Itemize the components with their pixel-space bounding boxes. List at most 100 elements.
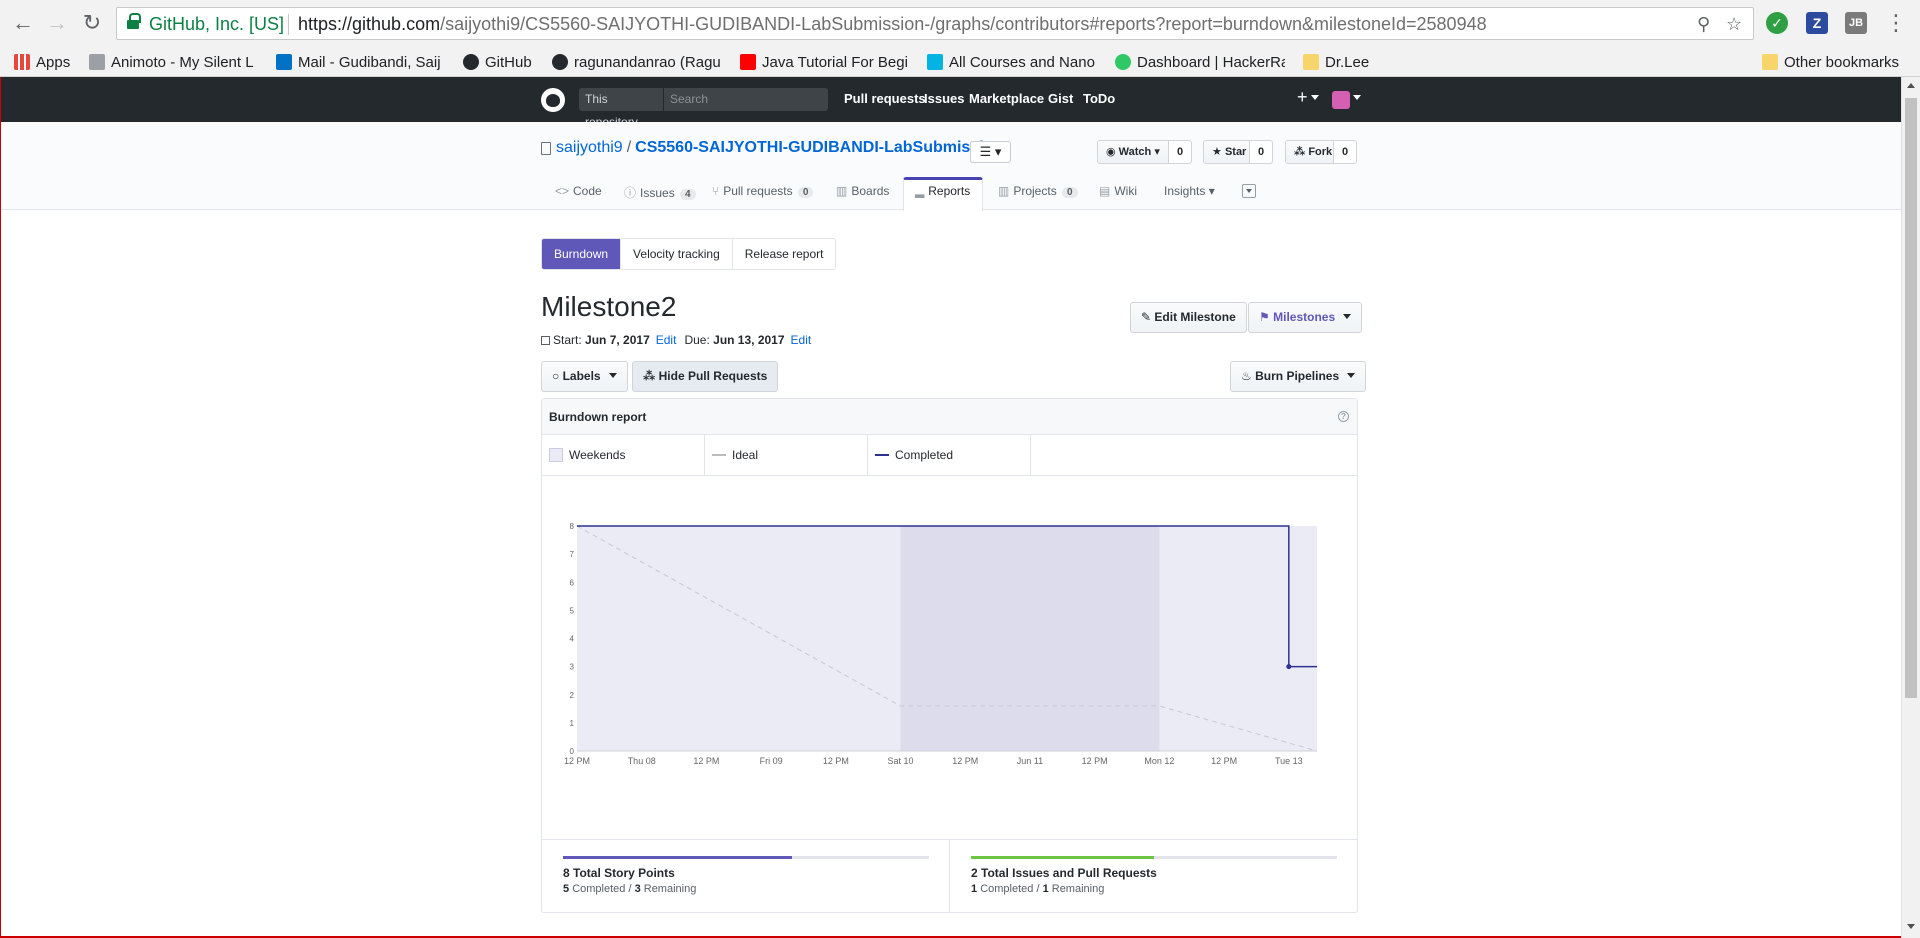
plus-icon[interactable]: + [1297, 87, 1308, 108]
edit-milestone-button[interactable]: ✎ Edit Milestone [1130, 302, 1247, 333]
edit-start-link[interactable]: Edit [656, 333, 677, 347]
issues-progress-fill [971, 856, 1154, 859]
repo-icon [541, 142, 551, 155]
tab-wiki[interactable]: ▤ Wiki [1099, 184, 1137, 210]
x-tick-label: Mon 12 [1144, 756, 1174, 766]
milestone-dates: Start: Jun 7, 2017 Edit Due: Jun 13, 2017 E… [541, 333, 819, 347]
scroll-up-icon[interactable] [1907, 83, 1915, 88]
hackerrank-icon [1115, 54, 1131, 70]
repo-name-link[interactable]: CS5560-SAIJYOTHI-GUDIBANDI-LabSubmission… [635, 139, 1008, 156]
legend-completed[interactable]: Completed [868, 435, 1031, 475]
star-count[interactable]: 0 [1250, 140, 1274, 164]
fork-count[interactable]: 0 [1334, 140, 1358, 164]
bookmark-apps[interactable]: Apps [14, 49, 78, 75]
y-tick-label: 0 [570, 747, 575, 756]
github-header: This repository Search Pull requests Iss… [0, 77, 1920, 129]
jetbrains-extension-icon[interactable]: JB [1845, 12, 1867, 34]
more-tabs-button[interactable] [1242, 184, 1256, 198]
pull-requests-count: 0 [797, 187, 814, 198]
watch-button[interactable]: ◉ Watch ▾ [1097, 140, 1169, 164]
search-input[interactable]: Search [663, 88, 828, 111]
star-button[interactable]: ★ Star [1203, 140, 1250, 164]
page-scrollbar[interactable] [1901, 77, 1920, 938]
y-tick-label: 2 [570, 691, 575, 700]
tab-pull-requests[interactable]: ⑂ Pull requests 0 [712, 184, 814, 210]
search-scope[interactable]: This repository [579, 88, 663, 129]
address-bar[interactable]: GitHub, Inc. [US] https://github.com/sai… [116, 7, 1754, 40]
tab-code[interactable]: <> Code [555, 184, 602, 210]
bookmark-ragunandanrao[interactable]: ragunandanrao (Ragu [552, 49, 722, 75]
watch-count[interactable]: 0 [1169, 140, 1193, 164]
bookmark-mail[interactable]: Mail - Gudibandi, Saij [276, 49, 446, 75]
tab-projects[interactable]: ▥ Projects 0 [998, 184, 1078, 210]
repo-owner-link[interactable]: saijyothi9 [556, 139, 623, 156]
subnav-release-report[interactable]: Release report [733, 239, 836, 269]
forward-arrow-icon[interactable]: → [42, 8, 72, 38]
list-menu-button[interactable]: ☰ ▾ [970, 141, 1011, 163]
tab-insights[interactable]: Insights ▾ [1164, 184, 1215, 210]
avatar[interactable] [1332, 91, 1350, 109]
reload-icon[interactable]: ↻ [77, 8, 107, 38]
zoom-search-icon[interactable]: ⚲ [1697, 14, 1710, 35]
zotero-extension-icon[interactable]: Z [1806, 12, 1828, 34]
scroll-thumb[interactable] [1905, 98, 1917, 698]
total-story-points: 8 Total Story Points [563, 866, 675, 880]
y-tick-label: 3 [570, 663, 575, 672]
bookmark-folder-drlee[interactable]: Dr.Lee [1303, 49, 1383, 75]
checkmark-extension-icon[interactable]: ✓ [1766, 12, 1788, 34]
x-tick-label: Tue 13 [1275, 756, 1303, 766]
subnav-burndown[interactable]: Burndown [542, 239, 622, 269]
site-identity[interactable]: GitHub, Inc. [US] [149, 14, 284, 35]
chevron-down-icon [1347, 373, 1356, 378]
burndown-report-panel: Burndown report ? Weekends Ideal Complet… [541, 398, 1358, 913]
hide-pull-requests-button[interactable]: ⁂ Hide Pull Requests [632, 361, 779, 392]
burn-pipelines-dropdown[interactable]: ♨ Burn Pipelines [1230, 361, 1367, 392]
report-title: Burndown report [549, 410, 647, 424]
edit-due-link[interactable]: Edit [791, 333, 812, 347]
chevron-down-icon[interactable] [1311, 95, 1319, 100]
projects-count: 0 [1062, 187, 1078, 198]
issues-breakdown: 1 Completed / 1 Remaining [971, 883, 1105, 895]
tab-reports[interactable]: ▂ Reports [915, 184, 970, 210]
nav-todo[interactable]: ToDo [1083, 91, 1115, 106]
issues-stat: 2 Total Issues and Pull Requests 1 Compl… [950, 840, 1357, 913]
folder-icon [1303, 54, 1319, 70]
labels-dropdown[interactable]: ○ Labels [541, 361, 628, 392]
bookmark-animoto[interactable]: Animoto - My Silent L [89, 49, 259, 75]
back-arrow-icon[interactable]: ← [8, 8, 38, 38]
start-date: Jun 7, 2017 [585, 333, 650, 347]
help-icon[interactable]: ? [1338, 411, 1349, 422]
completed-point [1286, 664, 1292, 670]
nav-marketplace[interactable]: Marketplace [969, 91, 1044, 106]
url-text[interactable]: https://github.com/saijyothi9/CS5560-SAI… [298, 14, 1487, 35]
nav-pull-requests[interactable]: Pull requests [844, 91, 926, 106]
subnav-velocity-tracking[interactable]: Velocity tracking [621, 239, 733, 269]
bookmark-java-tutorial[interactable]: Java Tutorial For Begi [740, 49, 910, 75]
bookmark-hackerrank[interactable]: Dashboard | HackerRa [1115, 49, 1285, 75]
bookmark-udacity[interactable]: All Courses and Nano [927, 49, 1097, 75]
chevron-down-icon[interactable] [1353, 95, 1361, 100]
other-bookmarks[interactable]: Other bookmarks [1762, 49, 1912, 75]
milestones-dropdown[interactable]: ⚑ Milestones [1248, 302, 1363, 333]
due-date: Jun 13, 2017 [713, 333, 785, 347]
nav-issues[interactable]: Issues [924, 91, 964, 106]
tab-issues[interactable]: ⓘ Issues 4 [624, 184, 696, 210]
report-stats: 8 Total Story Points 5 Completed / 3 Rem… [542, 839, 1357, 913]
graph-icon: ▂ [915, 184, 925, 198]
x-tick-label: 12 PM [823, 756, 849, 766]
y-tick-label: 7 [570, 550, 575, 559]
browser-menu-icon[interactable]: ⋮ [1881, 8, 1911, 38]
legend-ideal[interactable]: Ideal [705, 435, 868, 475]
bookmark-github[interactable]: GitHub [463, 49, 543, 75]
ideal-swatch [712, 454, 726, 456]
legend-weekends[interactable]: Weekends [542, 435, 705, 475]
fork-button[interactable]: ⁂ Fork [1285, 140, 1334, 164]
tab-boards[interactable]: ▥ Boards [836, 184, 889, 210]
scroll-down-icon[interactable] [1907, 924, 1915, 929]
y-tick-label: 6 [570, 578, 575, 587]
github-logo-icon[interactable] [541, 88, 565, 112]
star-icon: ★ [1212, 146, 1222, 158]
completed-swatch [875, 454, 889, 456]
nav-gist[interactable]: Gist [1048, 91, 1073, 106]
bookmark-star-icon[interactable]: ☆ [1726, 14, 1742, 35]
